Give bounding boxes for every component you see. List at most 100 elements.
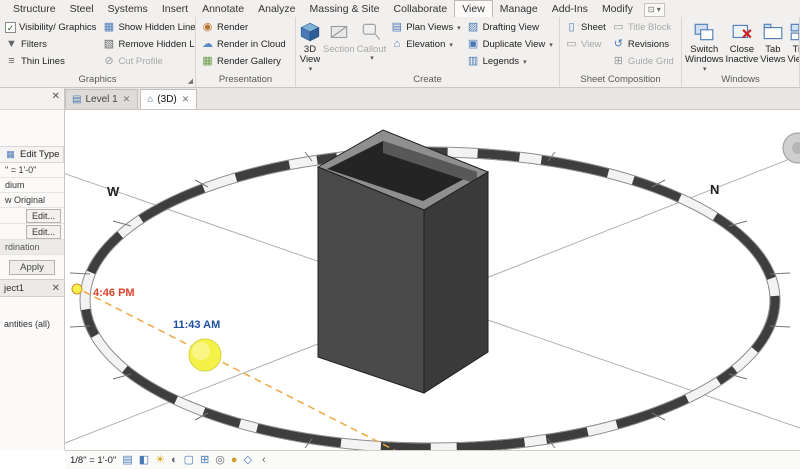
panel-sheet-composition: ▯ Sheet ▭ View ▭ Title Block ↺ Revisions… bbox=[560, 17, 682, 87]
mass-box-right-face[interactable] bbox=[423, 171, 489, 394]
elevation-button[interactable]: ⌂ Elevation ▾ bbox=[388, 36, 462, 53]
current-time-label[interactable]: 11:43 AM bbox=[173, 319, 220, 331]
close-browser-icon[interactable]: ✕ bbox=[52, 284, 60, 294]
revisions-label: Revisions bbox=[627, 39, 670, 50]
view-tab-3d[interactable]: ⌂ (3D) ✕ bbox=[140, 89, 198, 109]
drafting-view-icon: ▨ bbox=[467, 21, 479, 33]
tile-views-button[interactable]: Tile Views bbox=[787, 19, 799, 67]
tab-insert[interactable]: Insert bbox=[155, 1, 195, 17]
edit-button-2[interactable]: Edit... bbox=[25, 224, 61, 239]
ribbon-display-toggle-icon[interactable]: ⊡ ▾ bbox=[643, 3, 665, 17]
render-in-cloud-button[interactable]: ☁ Render in Cloud bbox=[199, 36, 288, 53]
duplicate-view-button[interactable]: ▣ Duplicate View ▾ bbox=[465, 36, 555, 53]
thin-lines-button[interactable]: ≡ Thin Lines bbox=[3, 53, 98, 70]
tab-view[interactable]: View bbox=[454, 0, 493, 17]
render-in-cloud-label: Render in Cloud bbox=[217, 39, 286, 50]
close-tab-icon[interactable]: ✕ bbox=[181, 94, 191, 105]
filters-label: Filters bbox=[21, 39, 47, 50]
render-button[interactable]: ◉ Render bbox=[199, 19, 288, 36]
plan-views-dropdown-icon: ▾ bbox=[457, 24, 461, 32]
edit-button-1[interactable]: Edit... bbox=[25, 208, 61, 223]
show-hidden-lines-icon: ▦ bbox=[103, 21, 115, 33]
render-icon: ◉ bbox=[202, 21, 213, 33]
create-panel-label: Create bbox=[413, 74, 442, 85]
shadows-icon[interactable]: ◐ bbox=[171, 453, 178, 468]
close-palette-icon[interactable]: ✕ bbox=[52, 92, 60, 102]
project-browser-title: ject1 bbox=[4, 283, 25, 294]
sunset-marker-icon[interactable] bbox=[71, 283, 83, 295]
thin-lines-label: Thin Lines bbox=[21, 56, 65, 67]
legends-label: Legends bbox=[482, 56, 520, 67]
close-inactive-button[interactable]: Close Inactive bbox=[725, 19, 759, 67]
view-tab-level1-label: Level 1 bbox=[85, 94, 118, 105]
tab-views-label: Tab Views bbox=[760, 44, 786, 66]
property-value-detail-level[interactable]: dium bbox=[0, 178, 64, 193]
sheet-button[interactable]: ▯ Sheet bbox=[563, 19, 608, 36]
tab-views-button[interactable]: Tab Views bbox=[760, 19, 785, 67]
filters-button[interactable]: ▼ Filters bbox=[3, 36, 98, 53]
revisions-button[interactable]: ↺ Revisions bbox=[610, 36, 676, 53]
drafting-view-button[interactable]: ▨ Drafting View bbox=[465, 19, 555, 36]
tab-structure[interactable]: Structure bbox=[6, 1, 63, 17]
show-crop-icon[interactable]: ⊞ bbox=[200, 453, 209, 468]
visual-style-icon[interactable]: ◧ bbox=[139, 453, 149, 468]
sun-path-icon[interactable]: ☀ bbox=[155, 453, 165, 468]
view-tab-level1[interactable]: ▤ Level 1 ✕ bbox=[65, 89, 139, 109]
temporary-hide-isolate-icon[interactable]: ◎ bbox=[215, 453, 225, 468]
tab-collaborate[interactable]: Collaborate bbox=[387, 1, 455, 17]
tab-annotate[interactable]: Annotate bbox=[195, 1, 251, 17]
tab-analyze[interactable]: Analyze bbox=[251, 1, 302, 17]
plan-views-button[interactable]: ▤ Plan Views ▾ bbox=[388, 19, 462, 36]
apply-row: Apply bbox=[0, 255, 64, 279]
sun-marker[interactable] bbox=[188, 338, 222, 372]
tab-systems[interactable]: Systems bbox=[101, 1, 155, 17]
sheet-composition-panel-label: Sheet Composition bbox=[580, 74, 661, 85]
visibility-graphics-button[interactable]: ✓ Visibility/ Graphics bbox=[3, 19, 98, 36]
3d-view-button[interactable]: 3D View ▾ bbox=[299, 19, 321, 73]
graphics-panel-label: Graphics ◢ bbox=[0, 73, 195, 87]
switch-windows-button[interactable]: Switch Windows ▾ bbox=[685, 19, 724, 73]
reveal-hidden-icon[interactable]: ● bbox=[231, 453, 238, 468]
panel-graphics: ✓ Visibility/ Graphics ▼ Filters ≡ Thin … bbox=[0, 17, 196, 87]
render-label: Render bbox=[217, 22, 249, 33]
remove-hidden-lines-button[interactable]: ▧ Remove Hidden Lines bbox=[100, 36, 195, 53]
tab-add-ins[interactable]: Add-Ins bbox=[545, 1, 595, 17]
cut-profile-button: ⊘ Cut Profile bbox=[100, 53, 195, 70]
callout-button: Callout ▾ bbox=[357, 19, 386, 64]
property-group-coordination: rdination bbox=[0, 240, 64, 255]
graphics-dialog-launcher-icon[interactable]: ◢ bbox=[188, 75, 193, 87]
edit-type-button[interactable]: ▦ Edit Type bbox=[0, 146, 64, 163]
mass-box[interactable] bbox=[316, 129, 490, 394]
schedules-button[interactable]: ▦ Schedules ▾ bbox=[557, 19, 559, 36]
detail-level-icon[interactable]: ▤ bbox=[122, 453, 132, 468]
close-tab-icon[interactable]: ✕ bbox=[122, 94, 132, 105]
sunset-time-label[interactable]: 4:46 PM bbox=[93, 287, 135, 299]
compass-north-label: N bbox=[710, 182, 719, 197]
scale-control[interactable]: 1/8" = 1'-0" bbox=[70, 455, 116, 466]
render-gallery-button[interactable]: ▦ Render Gallery bbox=[199, 53, 288, 70]
windows-panel-label: Windows bbox=[721, 74, 760, 85]
crop-view-icon[interactable]: ▢ bbox=[184, 453, 194, 468]
property-value-visual-style[interactable]: w Original bbox=[0, 193, 64, 208]
tab-modify[interactable]: Modify bbox=[595, 1, 640, 17]
tab-massing-site[interactable]: Massing & Site bbox=[302, 1, 386, 17]
browser-item-quantities[interactable]: antities (all) bbox=[0, 319, 64, 329]
show-hidden-lines-button[interactable]: ▦ Show Hidden Lines bbox=[100, 19, 195, 36]
locked-3d-view-icon[interactable]: ◇ bbox=[244, 453, 252, 468]
tab-manage[interactable]: Manage bbox=[493, 1, 545, 17]
close-inactive-label: Close Inactive bbox=[725, 44, 759, 66]
edit-type-label: Edit Type bbox=[20, 149, 60, 160]
remove-hidden-lines-label: Remove Hidden Lines bbox=[118, 39, 195, 50]
project-browser-header[interactable]: ject1 ✕ bbox=[0, 279, 64, 297]
filter-icon: ▼ bbox=[6, 38, 17, 50]
ribbon-body: ✓ Visibility/ Graphics ▼ Filters ≡ Thin … bbox=[0, 17, 800, 87]
property-value-scale[interactable]: " = 1'-0" bbox=[0, 163, 64, 178]
legends-button[interactable]: ▥ Legends ▾ bbox=[465, 53, 555, 70]
apply-button[interactable]: Apply bbox=[9, 259, 55, 275]
duplicate-view-dropdown-icon: ▾ bbox=[549, 41, 553, 49]
callout-dropdown-icon: ▾ bbox=[370, 55, 374, 63]
scroll-left-icon[interactable]: ‹ bbox=[262, 454, 266, 466]
viewport-3d[interactable]: W N 4:46 PM 11:43 AM bbox=[65, 110, 800, 450]
steering-wheel-icon[interactable] bbox=[782, 132, 800, 164]
tab-steel[interactable]: Steel bbox=[63, 1, 101, 17]
